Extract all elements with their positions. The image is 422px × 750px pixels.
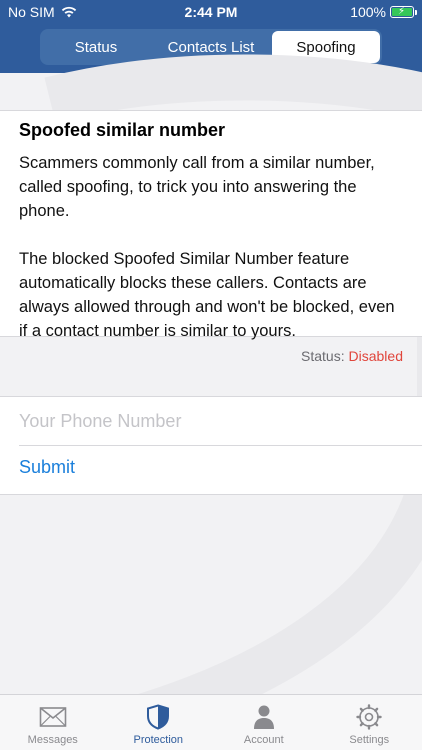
tabbar-label-protection: Protection bbox=[133, 734, 184, 746]
tabbar-item-settings[interactable]: Settings bbox=[317, 695, 422, 750]
tab-spoofing-label: Spoofing bbox=[296, 38, 356, 56]
charging-bolt-icon: ⚡ bbox=[398, 6, 406, 17]
info-card: Spoofed similar number Scammers commonly… bbox=[0, 110, 422, 340]
tab-bar: Messages Protection Account Settings bbox=[0, 694, 422, 750]
status-bar-right: 100% ⚡ bbox=[350, 4, 417, 20]
status-value: Disabled bbox=[348, 348, 403, 364]
tabbar-label-messages: Messages bbox=[27, 734, 78, 746]
tab-status-label: Status bbox=[74, 38, 118, 56]
submit-button[interactable]: Submit bbox=[19, 457, 75, 478]
info-paragraph-2: The blocked Spoofed Similar Number featu… bbox=[19, 250, 395, 340]
status-row: Status: Disabled bbox=[301, 348, 403, 364]
tab-contacts-list[interactable]: Contacts List bbox=[150, 31, 272, 63]
info-paragraph-1: Scammers commonly call from a similar nu… bbox=[19, 154, 375, 220]
status-bar: No SIM 2:44 PM 100% ⚡ bbox=[0, 0, 422, 24]
tabbar-item-protection[interactable]: Protection bbox=[106, 695, 212, 750]
tabbar-item-account[interactable]: Account bbox=[211, 695, 317, 750]
shield-icon bbox=[144, 704, 172, 730]
battery-icon: ⚡ bbox=[390, 6, 417, 18]
info-title: Spoofed similar number bbox=[19, 120, 226, 140]
phone-form-card: Submit bbox=[0, 396, 422, 495]
tab-spoofing[interactable]: Spoofing bbox=[272, 31, 380, 63]
segmented-control: Status Contacts List Spoofing bbox=[40, 29, 382, 65]
tab-status[interactable]: Status bbox=[42, 31, 150, 63]
phone-number-input[interactable] bbox=[19, 397, 409, 445]
tabbar-label-account: Account bbox=[243, 734, 284, 746]
navigation-header: No SIM 2:44 PM 100% ⚡ Status Contacts Li… bbox=[0, 0, 422, 73]
envelope-icon bbox=[39, 704, 67, 730]
tab-contacts-list-label: Contacts List bbox=[167, 38, 255, 56]
tabbar-label-settings: Settings bbox=[349, 734, 390, 746]
gear-icon bbox=[355, 704, 383, 730]
form-divider bbox=[19, 445, 422, 446]
person-icon bbox=[250, 704, 278, 730]
tabbar-item-messages[interactable]: Messages bbox=[0, 695, 106, 750]
battery-percent: 100% bbox=[350, 4, 386, 20]
status-label: Status: bbox=[301, 348, 345, 364]
